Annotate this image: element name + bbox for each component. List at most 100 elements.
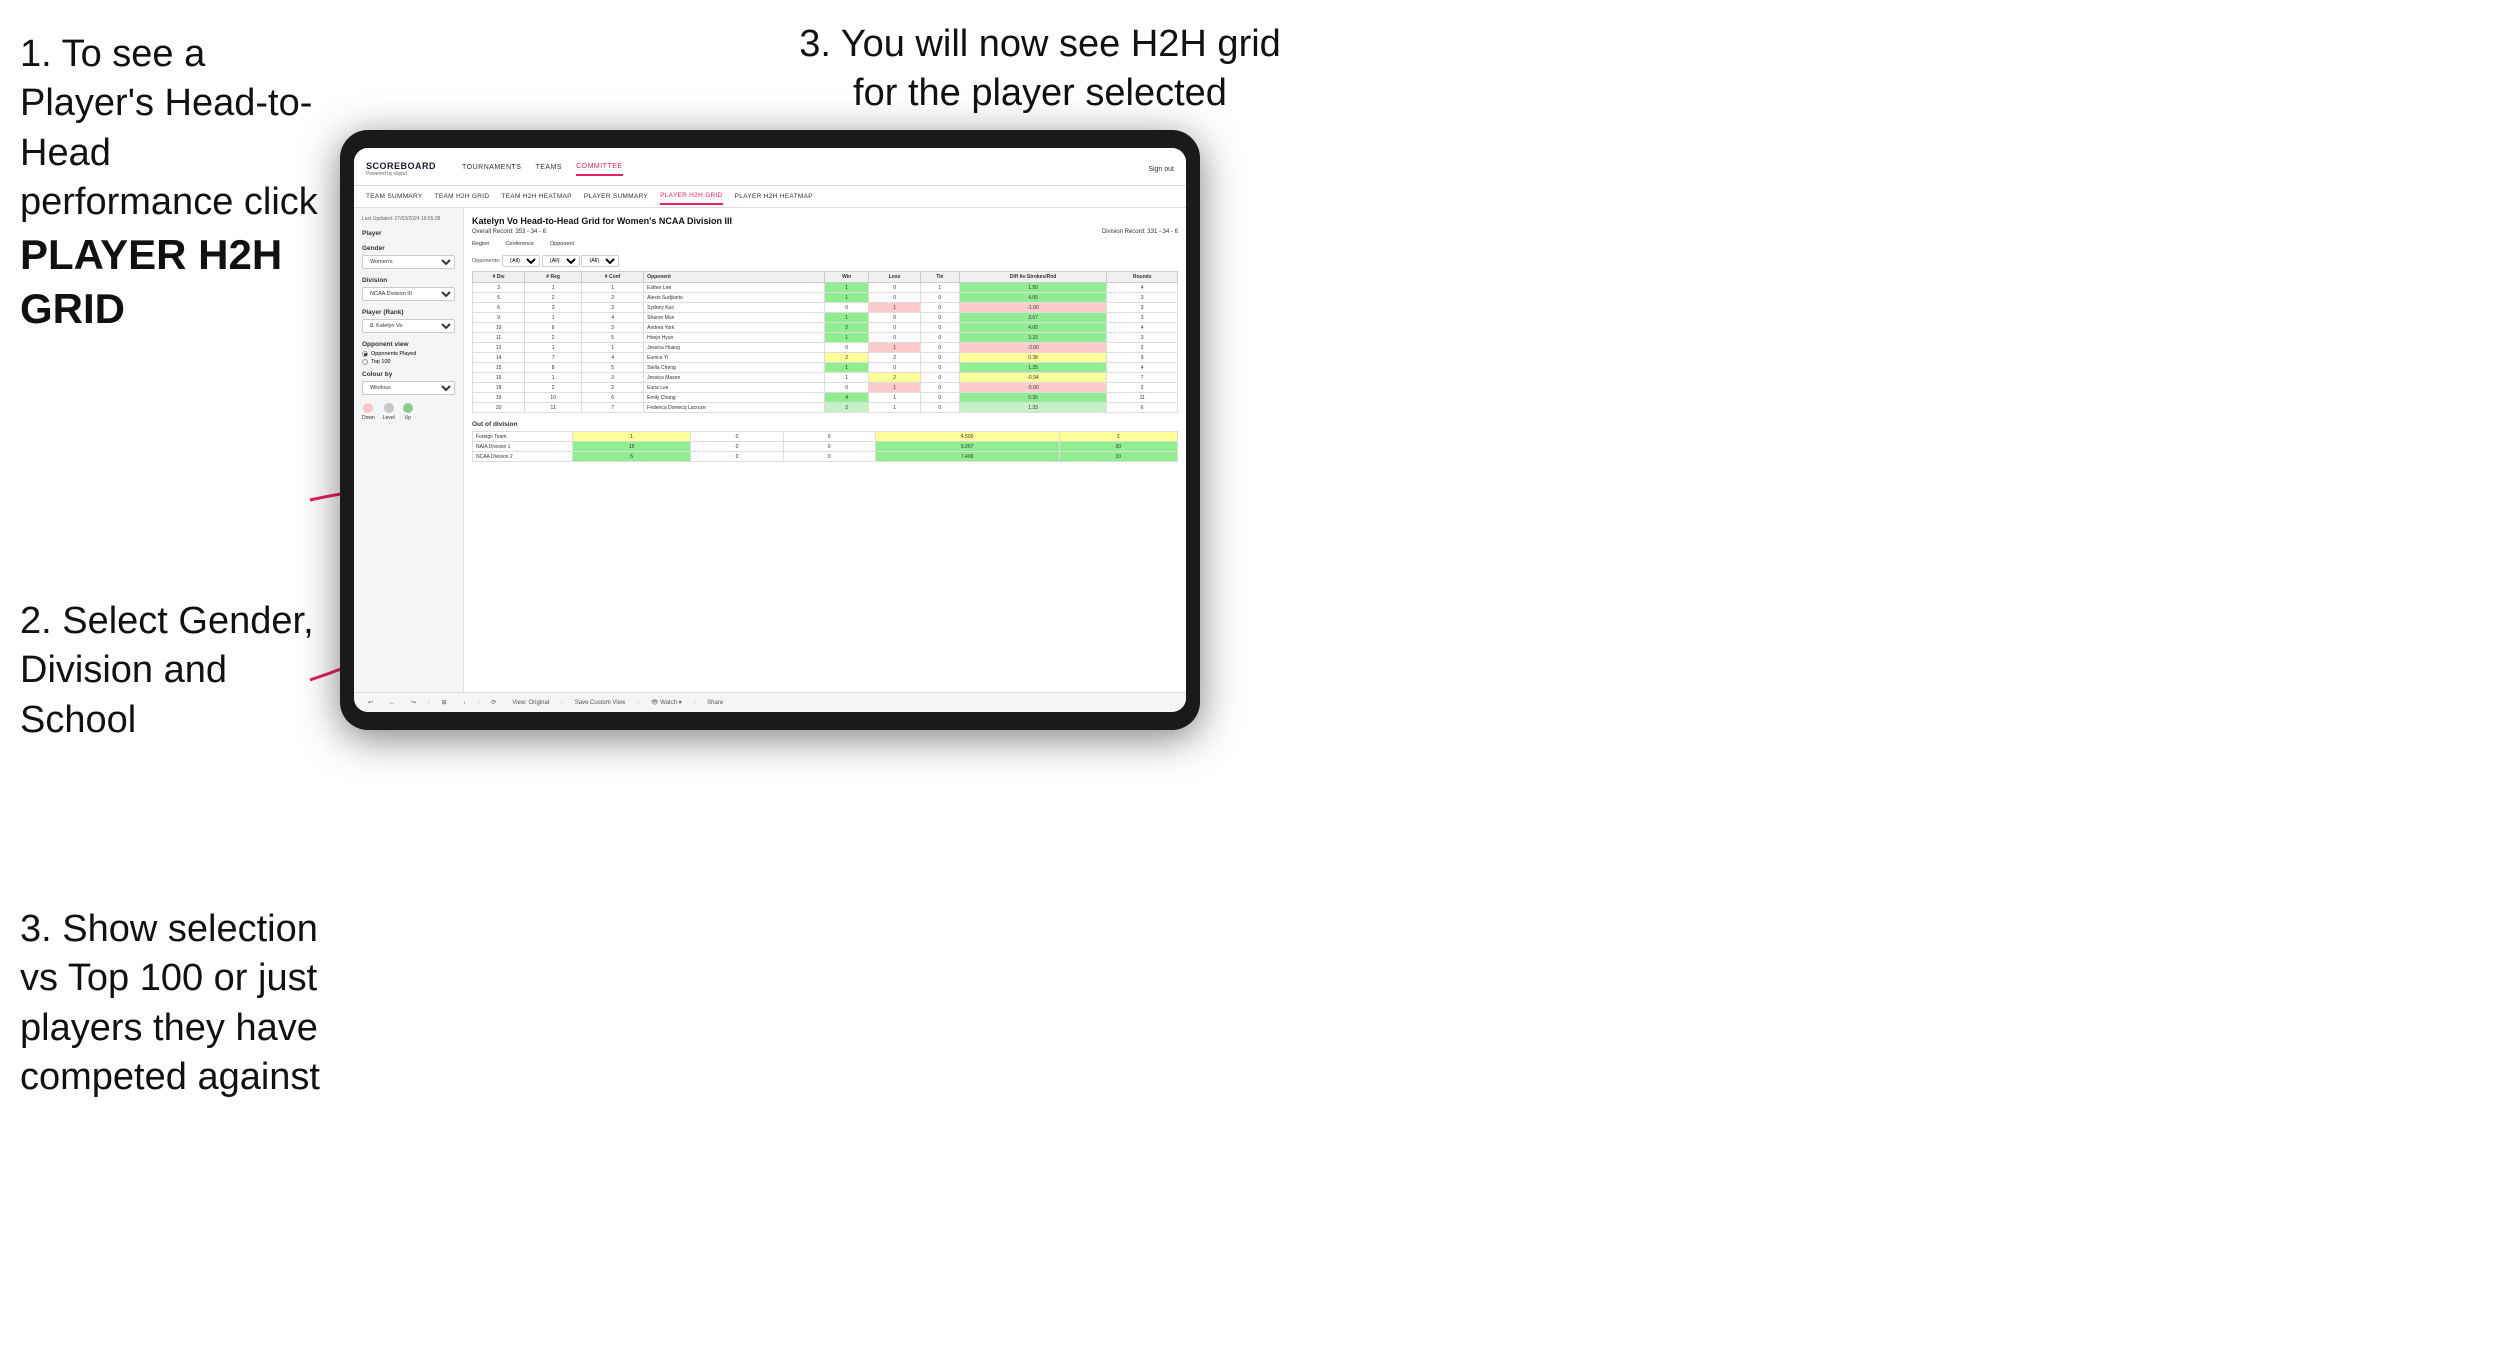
sub-nav: TEAM SUMMARY TEAM H2H GRID TEAM H2H HEAT… bbox=[354, 186, 1186, 208]
nav-bar: SCOREBOARD Powered by clippd TOURNAMENTS… bbox=[354, 148, 1186, 186]
tablet-screen: SCOREBOARD Powered by clippd TOURNAMENTS… bbox=[354, 148, 1186, 712]
download-btn[interactable]: ↓ bbox=[459, 698, 470, 708]
table-row: 10 bbox=[473, 323, 525, 333]
sign-out[interactable]: Sign out bbox=[1148, 166, 1174, 173]
logo: SCOREBOARD Powered by clippd bbox=[366, 162, 436, 177]
col-reg: # Reg bbox=[525, 272, 582, 283]
watch-btn[interactable]: 👁 Watch ▾ bbox=[647, 697, 686, 708]
top100-option[interactable]: Top 100 bbox=[362, 359, 455, 365]
save-custom-btn[interactable]: Save Custom View bbox=[571, 698, 630, 708]
refresh-btn[interactable]: ⟳ bbox=[487, 697, 500, 708]
instruction-2: 2. Select Gender, Division and School bbox=[20, 597, 320, 745]
col-div: # Div bbox=[473, 272, 525, 283]
gender-label: Gender bbox=[362, 245, 455, 252]
col-opponent: Opponent bbox=[644, 272, 825, 283]
instructions-panel: 1. To see a Player's Head-to-Head perfor… bbox=[0, 0, 340, 1168]
subnav-team-summary[interactable]: TEAM SUMMARY bbox=[366, 189, 423, 204]
share-btn[interactable]: Share bbox=[703, 698, 727, 708]
legend-up-dot bbox=[403, 403, 413, 413]
division-select[interactable]: NCAA Division III bbox=[362, 287, 455, 301]
player-rank-select[interactable]: 8. Katelyn Vo bbox=[362, 319, 455, 333]
col-win: Win bbox=[824, 272, 868, 283]
grid-btn[interactable]: ⊞ bbox=[438, 697, 451, 708]
player-rank-label: Player (Rank) bbox=[362, 309, 455, 316]
colour-legend: Down Level Up bbox=[362, 403, 455, 421]
filter-dropdowns: Opponents: (All) (All) (All) bbox=[472, 255, 1178, 267]
bottom-toolbar: ↩ ← ↪ | ⊞ ↓ | ⟳ View: Original | Save Cu… bbox=[354, 692, 1186, 712]
table-row: 15 bbox=[473, 363, 525, 373]
table-row: 3 bbox=[473, 283, 525, 293]
region-select[interactable]: (All) bbox=[502, 255, 540, 267]
subnav-player-h2h-heatmap[interactable]: PLAYER H2H HEATMAP bbox=[735, 189, 813, 204]
table-row: 11 bbox=[473, 333, 525, 343]
list-item: NAIA Division 1 bbox=[473, 442, 573, 452]
back-btn[interactable]: ← bbox=[385, 698, 399, 708]
out-of-division: Out of division Foreign Team 1 0 0 4.500… bbox=[472, 421, 1178, 462]
grid-title: Katelyn Vo Head-to-Head Grid for Women's… bbox=[472, 216, 1178, 226]
col-loss: Loss bbox=[869, 272, 920, 283]
opponent-view-section: Opponent view Opponents Played Top 100 bbox=[362, 341, 455, 365]
region-label: Region bbox=[472, 241, 489, 247]
col-diff: Diff Av Strokes/Rnd bbox=[959, 272, 1107, 283]
conference-filter: Conference bbox=[505, 241, 533, 249]
opponents-played-option[interactable]: Opponents Played bbox=[362, 351, 455, 357]
undo-btn[interactable]: ↩ bbox=[364, 697, 377, 708]
main-content: Last Updated: 27/03/2024 16:55:38 Player… bbox=[354, 208, 1186, 692]
subnav-team-h2h-grid[interactable]: TEAM H2H GRID bbox=[435, 189, 490, 204]
legend-down-dot bbox=[363, 403, 373, 413]
table-row: 14 bbox=[473, 353, 525, 363]
opponent-radio-group: Opponents Played Top 100 bbox=[362, 351, 455, 365]
redo-btn[interactable]: ↪ bbox=[407, 697, 420, 708]
out-of-division-title: Out of division bbox=[472, 421, 1178, 428]
division-label: Division bbox=[362, 277, 455, 284]
nav-links: TOURNAMENTS TEAMS COMMITTEE bbox=[462, 163, 623, 176]
legend-level-dot bbox=[384, 403, 394, 413]
tablet-device: SCOREBOARD Powered by clippd TOURNAMENTS… bbox=[340, 130, 1200, 730]
record-row: Overall Record: 353 - 34 - 6 Division Re… bbox=[472, 229, 1178, 235]
table-row: 20 bbox=[473, 403, 525, 413]
opponent-select[interactable]: (All) bbox=[581, 255, 619, 267]
opponent-label: Opponent bbox=[550, 241, 574, 247]
view-original-btn[interactable]: View: Original bbox=[508, 698, 553, 708]
division-record: Division Record: 331 - 34 - 6 bbox=[1102, 229, 1178, 235]
out-of-division-table: Foreign Team 1 0 0 4.500 2 NAIA Division… bbox=[472, 431, 1178, 462]
table-row: 13 bbox=[473, 343, 525, 353]
table-row: 18 bbox=[473, 383, 525, 393]
subnav-team-h2h-heatmap[interactable]: TEAM H2H HEATMAP bbox=[501, 189, 571, 204]
region-filter: Region bbox=[472, 241, 489, 249]
colour-section: Colour by Win/loss bbox=[362, 371, 455, 395]
conference-label: Conference bbox=[505, 241, 533, 247]
player-label: Player bbox=[362, 230, 455, 237]
subnav-player-summary[interactable]: PLAYER SUMMARY bbox=[584, 189, 648, 204]
division-section: Division NCAA Division III bbox=[362, 277, 455, 301]
grid-area: Katelyn Vo Head-to-Head Grid for Women's… bbox=[464, 208, 1186, 692]
nav-committee[interactable]: COMMITTEE bbox=[576, 163, 623, 176]
instruction-1: 1. To see a Player's Head-to-Head perfor… bbox=[20, 30, 320, 337]
conference-select[interactable]: (All) bbox=[542, 255, 580, 267]
list-item: NCAA Division 2 bbox=[473, 452, 573, 462]
legend-up: Up bbox=[403, 403, 413, 421]
legend-down: Down bbox=[362, 403, 375, 421]
gender-select[interactable]: Women's bbox=[362, 255, 455, 269]
player-rank-section: Player (Rank) 8. Katelyn Vo bbox=[362, 309, 455, 333]
table-row: 9 bbox=[473, 313, 525, 323]
timestamp: Last Updated: 27/03/2024 16:55:38 bbox=[362, 216, 455, 222]
table-row: 19 bbox=[473, 393, 525, 403]
main-table: # Div # Reg # Conf Opponent Win Loss Tie… bbox=[472, 271, 1178, 413]
nav-tournaments[interactable]: TOURNAMENTS bbox=[462, 164, 521, 175]
gender-section: Gender Women's bbox=[362, 245, 455, 269]
top100-radio[interactable] bbox=[362, 359, 368, 365]
colour-select[interactable]: Win/loss bbox=[362, 381, 455, 395]
col-rounds: Rounds bbox=[1107, 272, 1178, 283]
sidebar: Last Updated: 27/03/2024 16:55:38 Player… bbox=[354, 208, 464, 692]
col-tie: Tie bbox=[920, 272, 959, 283]
opponent-view-label: Opponent view bbox=[362, 341, 455, 348]
subnav-player-h2h-grid[interactable]: PLAYER H2H GRID bbox=[660, 188, 723, 205]
opponents-played-radio[interactable] bbox=[362, 351, 368, 357]
instruction-3-left: 3. Show selection vs Top 100 or just pla… bbox=[20, 905, 320, 1103]
instruction-3-right: 3. You will now see H2H grid for the pla… bbox=[780, 20, 1300, 119]
table-row: 6 bbox=[473, 303, 525, 313]
nav-teams[interactable]: TEAMS bbox=[535, 164, 562, 175]
table-row: 16 bbox=[473, 373, 525, 383]
overall-record: Overall Record: 353 - 34 - 6 bbox=[472, 229, 546, 235]
